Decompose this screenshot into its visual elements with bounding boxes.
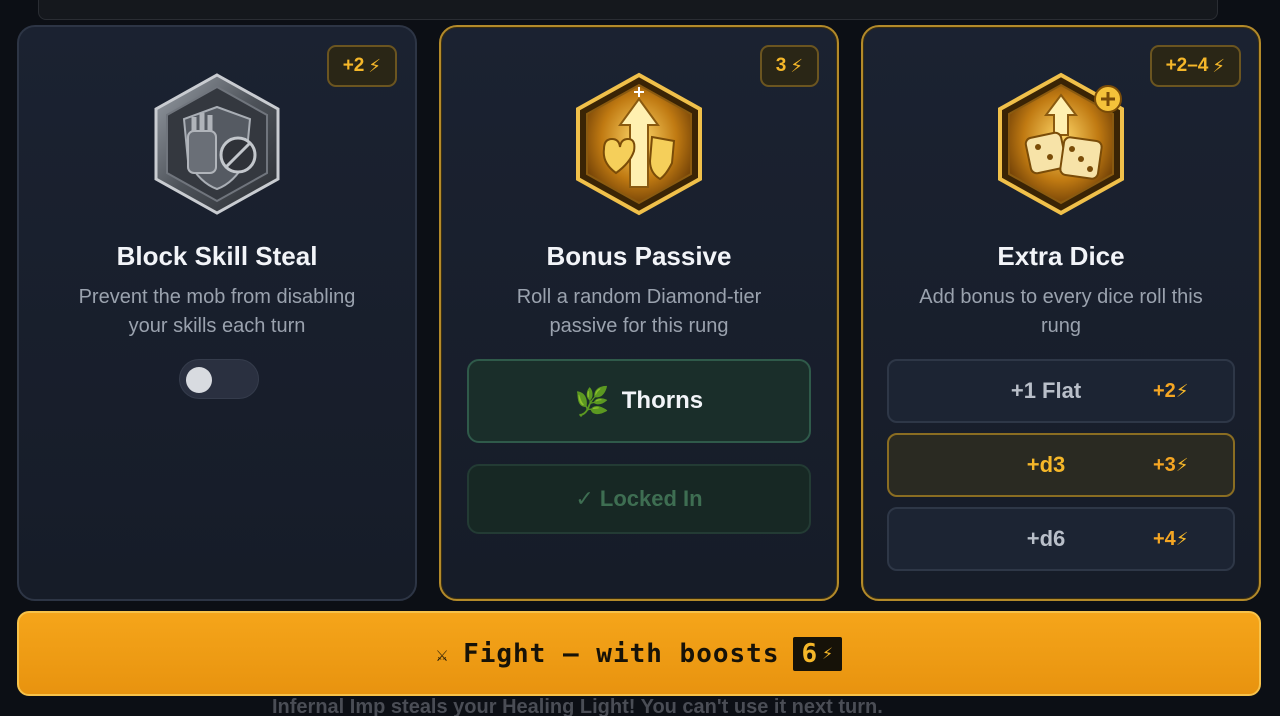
cost-badge: +2–4 ⚡ [1149,45,1241,87]
toggle-knob [186,367,212,393]
card-title: Block Skill Steal [116,241,318,271]
cost-value: +2–4 [1165,55,1209,76]
boost-card-bonus-passive[interactable]: 3 ⚡ Bonus Passive Roll a random Diamond-… [439,25,839,601]
option-label: +1 Flat [1010,378,1082,403]
energy-bolt-icon: ⚡ [368,55,381,76]
block-skill-steal-toggle[interactable] [179,359,259,399]
dice-option-flat[interactable]: +1 Flat +2⚡ [887,359,1235,423]
option-label: +d3 [1026,452,1066,477]
background-panel [38,0,1218,20]
background-log-text: Infernal Imp steals your Healing Light! … [272,696,883,716]
dice-icon [986,69,1136,219]
option-cost: +4⚡ [1153,527,1189,550]
locked-in-label: ✓ Locked In [575,486,703,511]
boost-card-block-skill-steal[interactable]: +2 ⚡ Block Skill Steal Prevent the mob f… [17,25,417,601]
option-cost: +3⚡ [1153,453,1189,476]
fight-label: Fight — with boosts [463,638,780,669]
cost-value: +2 [342,55,365,76]
fight-cost-badge: 6 ⚡ [793,636,842,671]
card-description: Prevent the mob from disabling your skil… [78,286,356,337]
locked-in-button[interactable]: ✓ Locked In [467,464,811,534]
dice-option-d6[interactable]: +d6 +4⚡ [887,507,1235,571]
cost-value: 3 [775,55,787,76]
rolled-passive: 🌿 Thorns [467,359,811,443]
option-label: +d6 [1026,526,1066,551]
cost-badge: 3 ⚡ [759,45,819,87]
card-description: Roll a random Diamond-tier passive for t… [516,286,762,337]
energy-bolt-icon: ⚡ [1212,55,1225,76]
energy-bolt-icon: ⚡ [822,643,834,664]
card-title: Extra Dice [997,241,1125,271]
passive-name: Thorns [621,387,704,414]
dice-option-d3[interactable]: +d3 +3⚡ [887,433,1235,497]
bonus-passive-icon [564,69,714,219]
fight-cost-value: 6 [801,638,819,669]
card-description: Add bonus to every dice roll this rung [919,286,1203,337]
option-cost: +2⚡ [1153,379,1189,402]
energy-bolt-icon: ⚡ [790,55,803,76]
leaf-icon: 🌿 [574,385,610,417]
boost-card-extra-dice[interactable]: +2–4 ⚡ Extra Dice Add bonus to every dic… [861,25,1261,601]
card-title: Bonus Passive [546,241,732,271]
swords-icon: ⚔ [436,641,450,666]
energy-bolt-icon: ⚡ [1175,528,1189,549]
shield-gauntlet-icon [142,69,292,219]
fight-with-boosts-button[interactable]: ⚔ Fight — with boosts 6 ⚡ [17,611,1261,696]
cost-badge: +2 ⚡ [326,45,397,87]
energy-bolt-icon: ⚡ [1175,380,1189,401]
energy-bolt-icon: ⚡ [1175,454,1189,475]
